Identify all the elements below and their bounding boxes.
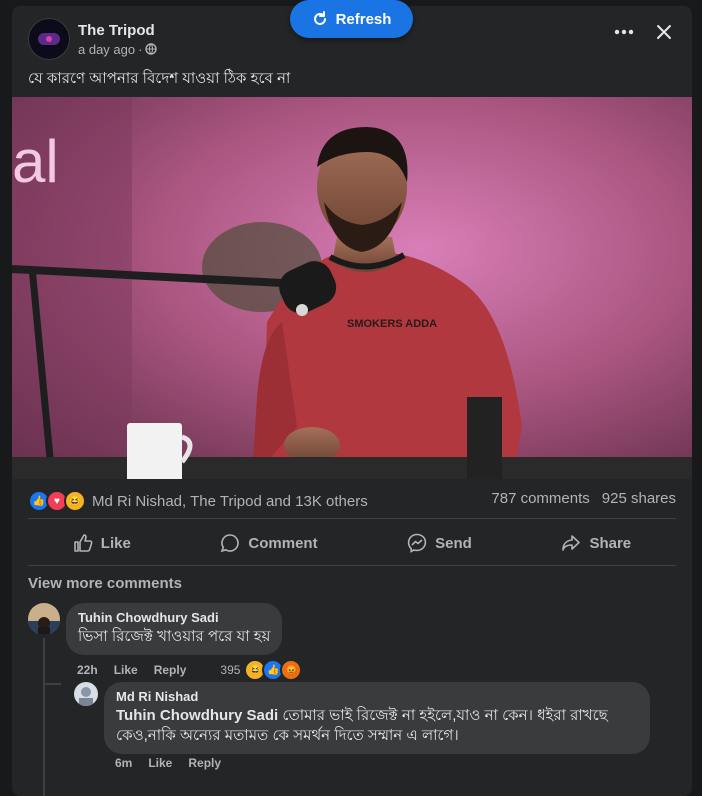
thumbs-up-icon [73,534,93,552]
reply-meta: 6m Like Reply [115,756,221,770]
comments-count[interactable]: 787 comments [491,490,589,512]
angry-reaction-icon: 😡 [280,659,303,681]
reply-item: Md Ri Nishad Tuhin Chowdhury Sadi তোমার … [74,682,650,754]
like-label: Like [100,534,131,552]
close-icon[interactable] [656,24,672,40]
comment-text: ভিসা রিজেক্ট খাওয়ার পরে যা হয় [78,628,271,645]
page-logo [38,33,60,45]
more-options-icon[interactable] [614,29,634,35]
divider [28,518,676,519]
reaction-summary[interactable]: 👍 ♥ 😆 Md Ri Nishad, The Tripod and 13K o… [28,490,368,512]
messenger-icon [407,533,427,553]
reply-text: Tuhin Chowdhury Sadi তোমার ভাই রিজেক্ট ন… [116,706,638,746]
reactions-text[interactable]: Md Ri Nishad, The Tripod and 13K others [92,493,368,510]
view-more-comments[interactable]: View more comments [28,575,182,592]
comment-reactions[interactable]: 395 😆 👍 😡 [220,659,303,681]
thread-line [43,638,45,796]
post-time-text: a day ago [78,41,136,57]
post-timestamp[interactable]: a day ago · [78,41,158,57]
post-text: যে কারণে আপনার বিদেশ যাওয়া ঠিক হবে না [28,70,291,87]
like-button[interactable]: Like [73,533,131,553]
refresh-button[interactable]: Refresh [290,0,413,38]
reply-bubble: Md Ri Nishad Tuhin Chowdhury Sadi তোমার … [104,682,650,754]
refresh-icon [313,11,326,25]
shares-count[interactable]: 925 shares [602,490,676,512]
comment-reaction-count: 395 [220,663,241,677]
comment-like-button[interactable]: Like [114,663,138,677]
share-button[interactable]: Share [561,533,631,553]
send-button[interactable]: Send [407,533,472,553]
share-label: Share [589,534,632,552]
refresh-label: Refresh [335,10,392,28]
send-label: Send [435,534,472,552]
globe-icon [145,43,158,55]
reply-reply-button[interactable]: Reply [188,756,221,770]
post-stats: 👍 ♥ 😆 Md Ri Nishad, The Tripod and 13K o… [28,490,676,512]
comment-time[interactable]: 22h [77,663,98,677]
divider [28,565,676,566]
avatar[interactable] [28,603,60,635]
reply-author[interactable]: Md Ri Nishad [116,689,638,704]
post-image[interactable]: al SMOKERS ADDA [12,97,692,479]
reply-mention[interactable]: Tuhin Chowdhury Sadi [116,707,278,724]
reply-text-line2: কেও,নাকি অন্যের মতামত কে সমর্থন দিতে সম্… [116,727,459,744]
comment-item: Tuhin Chowdhury Sadi ভিসা রিজেক্ট খাওয়া… [28,603,283,655]
shirt-print: SMOKERS ADDA [347,318,437,330]
comment-meta: 22h Like Reply 395 😆 👍 😡 [77,659,303,681]
comment-label: Comment [248,534,318,552]
share-icon [562,535,581,551]
reply-time[interactable]: 6m [115,756,132,770]
page-avatar[interactable] [28,18,70,60]
page-name[interactable]: The Tripod [78,22,157,39]
haha-reaction-icon: 😆 [64,490,86,512]
comment-bubble: Tuhin Chowdhury Sadi ভিসা রিজেক্ট খাওয়া… [66,603,283,655]
comment-button[interactable]: Comment [220,533,318,553]
svg-text:al: al [12,128,59,195]
post-action-bar: Like Comment Send Share [28,527,676,559]
thread-branch [43,683,61,685]
reply-like-button[interactable]: Like [148,756,172,770]
post-card: The Tripod a day ago · যে কারণে আপনার বি… [12,6,692,796]
post-top-actions [614,24,672,40]
comment-icon [221,534,240,553]
reply-text-line1: তোমার ভাই রিজেক্ট না হইলে,যাও না কেন। ধই… [282,707,608,724]
comment-reply-button[interactable]: Reply [154,663,187,677]
avatar[interactable] [74,682,98,706]
post-header: The Tripod a day ago · [28,18,158,60]
comment-author[interactable]: Tuhin Chowdhury Sadi [78,610,270,625]
